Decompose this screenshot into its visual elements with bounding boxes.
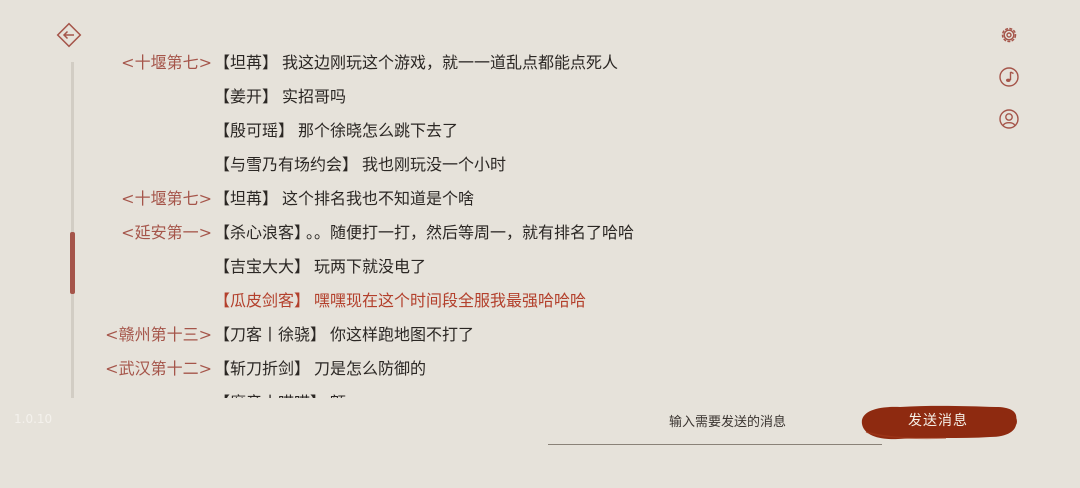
message-sender[interactable]: 【瓜皮剑客】 [214, 291, 310, 310]
message-region: <武汉第十二> [105, 359, 212, 378]
settings-button[interactable] [998, 24, 1020, 46]
message-text: 我这边刚玩这个游戏，就一一道乱点都能点死人 [282, 53, 619, 72]
message-sender[interactable]: 【殷可瑶】 [214, 121, 294, 140]
message-body: 【殷可瑶】 那个徐晓怎么跳下去了 [214, 114, 458, 148]
message-region: <十堰第七> [121, 189, 212, 208]
message-body: 【杀心浪客】 。。随便打一打，然后等周一，就有排名了哈哈 [214, 216, 634, 250]
back-arrow-icon [56, 22, 82, 48]
message-input[interactable] [548, 404, 882, 440]
back-button[interactable] [56, 22, 82, 48]
message-region: <十堰第七> [121, 53, 212, 72]
message-text: 嘿嘿现在这个时间段全服我最强哈哈哈 [314, 291, 587, 310]
message-text: 刀是怎么防御的 [314, 359, 427, 378]
chat-message: <赣州第十三> 【刀客丨徐骁】 你这样跑地图不打了 [0, 318, 800, 352]
chat-message: 【魔音小喵喵】额 [0, 386, 800, 398]
chat-message: 【瓜皮剑客】 嘿嘿现在这个时间段全服我最强哈哈哈 [0, 284, 800, 318]
chat-message: 【殷可瑶】 那个徐晓怎么跳下去了 [0, 114, 800, 148]
message-body: 【坦苒】 这个排名我也不知道是个啥 [214, 182, 474, 216]
message-body: 【刀客丨徐骁】 你这样跑地图不打了 [214, 318, 474, 352]
chat-message: <延安第一> 【杀心浪客】 。。随便打一打，然后等周一，就有排名了哈哈 [0, 216, 800, 250]
message-text: 额 [330, 393, 346, 398]
chat-message: <武汉第十二> 【斩刀折剑】 刀是怎么防御的 [0, 352, 800, 386]
message-body: 【斩刀折剑】 刀是怎么防御的 [214, 352, 426, 386]
music-note-icon [999, 67, 1019, 87]
user-icon [999, 109, 1019, 129]
message-region: <赣州第十三> [105, 325, 212, 344]
chat-message-list: <十堰第七> 【坦苒】 我这边刚玩这个游戏，就一一道乱点都能点死人 【姜开】 实招哥吗【… [0, 50, 800, 398]
message-text: 玩两下就没电了 [314, 257, 427, 276]
message-body: 【与雪乃有场约会】 我也刚玩没一个小时 [214, 148, 506, 182]
send-message-button[interactable]: 发送消息 [856, 402, 1020, 442]
message-sender[interactable]: 【吉宝大大】 [214, 257, 310, 276]
message-sender[interactable]: 【坦苒】 [214, 53, 278, 72]
message-body: 【姜开】 实招哥吗 [214, 80, 346, 114]
message-body: 【魔音小喵喵】额 [214, 386, 346, 398]
music-button[interactable] [998, 66, 1020, 88]
chat-message: <十堰第七> 【坦苒】 这个排名我也不知道是个啥 [0, 182, 800, 216]
chat-log[interactable]: <十堰第七> 【坦苒】 我这边刚玩这个游戏，就一一道乱点都能点死人 【姜开】 实招哥吗【… [0, 50, 800, 398]
message-sender[interactable]: 【魔音小喵喵】 [214, 393, 326, 398]
message-body: 【坦苒】 我这边刚玩这个游戏，就一一道乱点都能点死人 [214, 50, 618, 80]
message-sender[interactable]: 【杀心浪客】 [214, 223, 302, 242]
message-body: 【瓜皮剑客】 嘿嘿现在这个时间段全服我最强哈哈哈 [214, 284, 586, 318]
send-button-label: 发送消息 [908, 413, 968, 429]
message-text: 。。随便打一打，然后等周一，就有排名了哈哈 [306, 223, 635, 242]
chat-message: 【吉宝大大】 玩两下就没电了 [0, 250, 800, 284]
message-region: <延安第一> [121, 223, 212, 242]
chat-message: 【与雪乃有场约会】 我也刚玩没一个小时 [0, 148, 800, 182]
message-text: 这个排名我也不知道是个啥 [282, 189, 475, 208]
version-label: 1.0.10 [14, 412, 53, 426]
chat-message: <十堰第七> 【坦苒】 我这边刚玩这个游戏，就一一道乱点都能点死人 [0, 50, 800, 80]
message-sender[interactable]: 【姜开】 [214, 87, 278, 106]
message-text: 那个徐晓怎么跳下去了 [298, 121, 459, 140]
message-body: 【吉宝大大】 玩两下就没电了 [214, 250, 426, 284]
message-sender[interactable]: 【刀客丨徐骁】 [214, 325, 326, 344]
chat-message: 【姜开】 实招哥吗 [0, 80, 800, 114]
gear-icon [1001, 27, 1017, 43]
message-input-area [548, 404, 882, 445]
message-sender[interactable]: 【与雪乃有场约会】 [214, 155, 358, 174]
message-text: 你这样跑地图不打了 [330, 325, 475, 344]
side-menu [998, 24, 1020, 150]
message-sender[interactable]: 【斩刀折剑】 [214, 359, 310, 378]
message-text: 我也刚玩没一个小时 [362, 155, 507, 174]
profile-button[interactable] [998, 108, 1020, 130]
message-text: 实招哥吗 [282, 87, 347, 106]
message-sender[interactable]: 【坦苒】 [214, 189, 278, 208]
